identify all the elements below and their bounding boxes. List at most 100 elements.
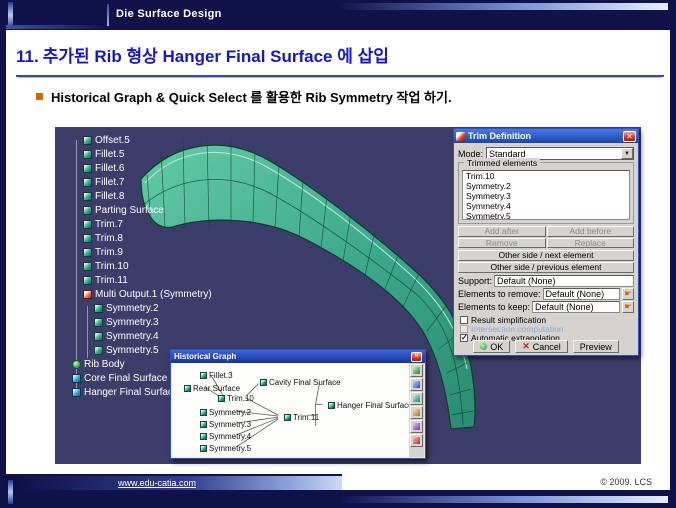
- ok-icon: [480, 343, 487, 350]
- tree-item-label: Core Final Surface: [84, 373, 167, 384]
- ok-button-label: OK: [490, 342, 503, 352]
- tree-item-trim-9[interactable]: Trim.9: [57, 245, 212, 259]
- elements-to-keep-field[interactable]: Default (None): [532, 301, 620, 313]
- graph-node-symmetry-2[interactable]: Symmetry.2: [200, 408, 251, 417]
- footer-url[interactable]: www.edu-catia.com: [118, 478, 196, 488]
- elements-to-keep-label: Elements to keep:: [458, 302, 530, 312]
- slide-content: 11.추가된 Rib 형상 Hanger Final Surface 에 삽입 …: [6, 30, 670, 474]
- page-title-text: 추가된 Rib 형상 Hanger Final Surface 에 삽입: [43, 47, 389, 66]
- tree-item-label: Trim.10: [95, 261, 129, 272]
- expand-all-button[interactable]: [410, 406, 423, 419]
- mode-label: Mode:: [458, 149, 483, 159]
- tree-item-parting-surface[interactable]: Parting Surface: [57, 203, 212, 217]
- options-icon: [413, 437, 420, 444]
- tree-item-trim-8[interactable]: Trim.8: [57, 231, 212, 245]
- trimmed-element-symmetry-4[interactable]: Symmetry.4: [463, 201, 629, 211]
- trim-dialog-body: Mode: Standard ▼ Trimmed elements Trim.1…: [454, 143, 638, 356]
- graph-node-label: Fillet.3: [209, 371, 233, 380]
- close-icon[interactable]: ✕: [411, 352, 422, 362]
- graph-node-label: Hanger Final Surface: [337, 401, 409, 410]
- remove-button[interactable]: Remove: [458, 238, 546, 249]
- chevron-down-icon[interactable]: ▼: [621, 148, 633, 159]
- surface-icon: [83, 178, 92, 187]
- add-after-button[interactable]: Add after: [458, 226, 546, 237]
- pan-button[interactable]: [410, 392, 423, 405]
- page-title: 11.추가된 Rib 형상 Hanger Final Surface 에 삽입: [16, 42, 664, 77]
- tree-item-symmetry-4[interactable]: Symmetry.4: [57, 329, 212, 343]
- graph-node-cavity-final-surface[interactable]: Cavity Final Surface: [260, 378, 341, 387]
- bullet-text: Historical Graph & Quick Select 를 활용한 Ri…: [51, 87, 452, 106]
- fit-all-icon: [413, 367, 420, 374]
- surface-icon: [184, 385, 191, 392]
- surface-icon: [200, 409, 207, 416]
- historical-graph-titlebar[interactable]: Historical Graph ✕: [171, 350, 425, 363]
- graph-node-fillet-3[interactable]: Fillet.3: [200, 371, 233, 380]
- zoom-button[interactable]: [410, 378, 423, 391]
- slide: Die Surface Design 11.추가된 Rib 형상 Hanger …: [0, 0, 676, 508]
- graph-node-trim-10[interactable]: Trim.10: [218, 394, 254, 403]
- tree-item-trim-11[interactable]: Trim.11: [57, 273, 212, 287]
- tree-item-trim-10[interactable]: Trim.10: [57, 259, 212, 273]
- pan-icon: [413, 395, 420, 402]
- graph-node-trim-11[interactable]: Trim.11: [284, 413, 319, 422]
- trimmed-element-symmetry-2[interactable]: Symmetry.2: [463, 181, 629, 191]
- trimmed-element-symmetry-3[interactable]: Symmetry.3: [463, 191, 629, 201]
- fit-all-button[interactable]: [410, 364, 423, 377]
- tree-item-label: Trim.11: [95, 275, 128, 286]
- preview-button[interactable]: Preview: [573, 340, 619, 353]
- tree-item-fillet-8[interactable]: Fillet.8: [57, 189, 212, 203]
- graph-node-rear-surface[interactable]: Rear Surface: [184, 384, 240, 393]
- tree-item-fillet-7[interactable]: Fillet.7: [57, 175, 212, 189]
- tree-item-multi-output-1-symmetry[interactable]: Multi Output.1 (Symmetry): [57, 287, 212, 301]
- options-button[interactable]: [410, 434, 423, 447]
- tree-item-trim-7[interactable]: Trim.7: [57, 217, 212, 231]
- graph-node-hanger-final-surface[interactable]: Hanger Final Surface: [328, 401, 409, 410]
- zoom-icon: [413, 381, 420, 388]
- trimmed-element-trim-10[interactable]: Trim.10: [463, 171, 629, 181]
- collapse-all-button[interactable]: [410, 420, 423, 433]
- trimmed-element-symmetry-5[interactable]: Symmetry.5: [463, 211, 629, 220]
- tree-item-label: Fillet.6: [95, 163, 124, 174]
- surface-icon: [83, 248, 92, 257]
- historical-graph-body: Fillet.3 Rear Surface Cavity Final Surface…: [172, 363, 424, 457]
- catia-app-icon: [456, 132, 465, 141]
- tree-item-symmetry-2[interactable]: Symmetry.2: [57, 301, 212, 315]
- support-label: Support:: [458, 276, 492, 286]
- replace-button[interactable]: Replace: [547, 238, 635, 249]
- tree-item-label: Rib Body: [84, 359, 125, 370]
- cancel-icon: [522, 342, 530, 351]
- graph-node-label: Cavity Final Surface: [269, 378, 341, 387]
- surface-icon: [200, 445, 207, 452]
- surface-icon: [83, 276, 92, 285]
- graph-node-symmetry-5[interactable]: Symmetry.5: [200, 444, 251, 453]
- support-field[interactable]: Default (None): [494, 275, 634, 287]
- trimmed-elements-label: Trimmed elements: [464, 158, 540, 168]
- graph-node-symmetry-4[interactable]: Symmetry.4: [200, 432, 251, 441]
- surface-icon: [83, 206, 92, 215]
- trim-dialog-titlebar[interactable]: Trim Definition ✕: [454, 129, 638, 143]
- tree-item-label: Trim.8: [95, 233, 123, 244]
- pointer-select-icon[interactable]: ☛: [622, 288, 634, 300]
- tree-item-label: Symmetry.4: [106, 331, 159, 342]
- tree-item-fillet-5[interactable]: Fillet.5: [57, 147, 212, 161]
- cancel-button[interactable]: Cancel: [515, 340, 568, 353]
- result-simplification-checkbox[interactable]: [460, 316, 468, 324]
- graph-node-label: Symmetry.2: [209, 408, 251, 417]
- add-before-button[interactable]: Add before: [547, 226, 635, 237]
- graph-node-symmetry-3[interactable]: Symmetry.3: [200, 420, 251, 429]
- elements-to-remove-field[interactable]: Default (None): [543, 288, 620, 300]
- ok-button[interactable]: OK: [473, 340, 510, 353]
- close-icon[interactable]: ✕: [623, 131, 636, 142]
- other-side-previous-button[interactable]: Other side / previous element: [458, 262, 634, 273]
- pointer-select-icon[interactable]: ☛: [622, 301, 634, 313]
- other-side-next-button[interactable]: Other side / next element: [458, 250, 634, 261]
- preview-button-label: Preview: [580, 342, 612, 352]
- surface-icon: [83, 234, 92, 243]
- trimmed-elements-list[interactable]: Trim.10Symmetry.2Symmetry.3Symmetry.4Sym…: [462, 170, 630, 220]
- tree-item-symmetry-3[interactable]: Symmetry.3: [57, 315, 212, 329]
- tree-item-offset-5[interactable]: Offset.5: [57, 133, 212, 147]
- intersection-computation-checkbox[interactable]: [460, 325, 468, 333]
- tree-item-fillet-6[interactable]: Fillet.6: [57, 161, 212, 175]
- page-title-number: 11.: [16, 47, 39, 66]
- elements-to-remove-label: Elements to remove:: [458, 289, 541, 299]
